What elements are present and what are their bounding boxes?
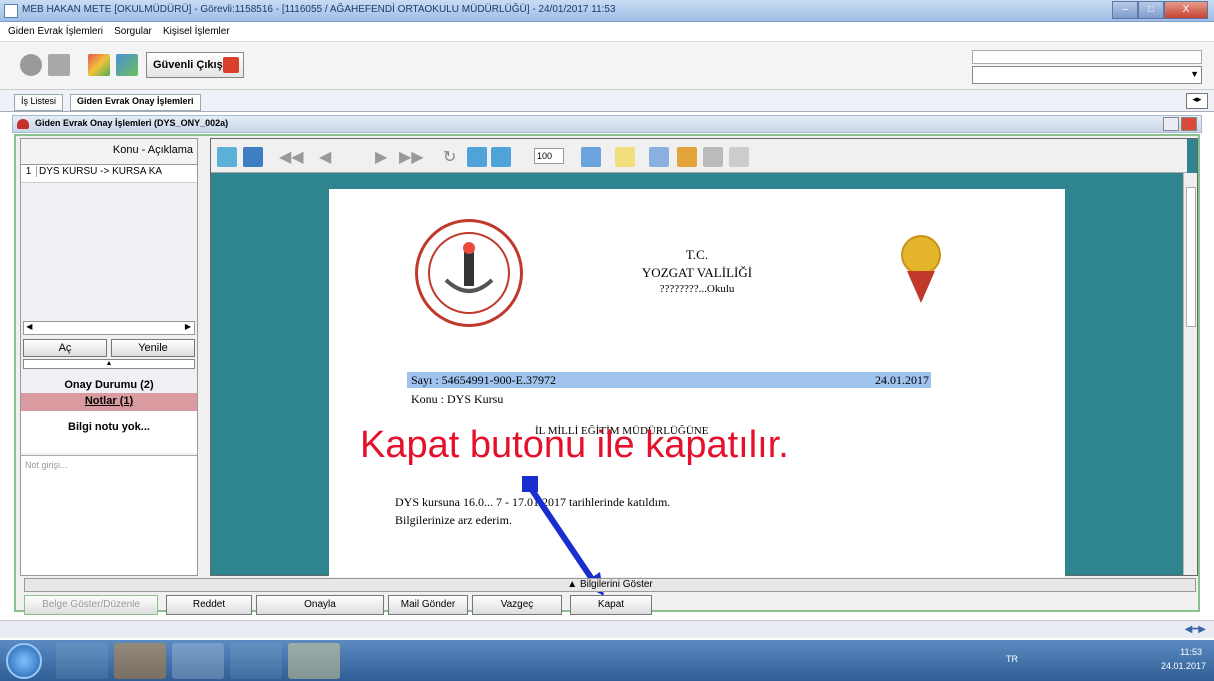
arrows-icon: ◀━▶	[1184, 624, 1206, 635]
status-circle-icon[interactable]	[20, 54, 42, 76]
palette-icon[interactable]	[88, 54, 110, 76]
note-input[interactable]: Not girişi...	[21, 455, 197, 575]
language-indicator[interactable]: TR	[1006, 654, 1018, 664]
refresh-button[interactable]: Yenile	[111, 339, 195, 357]
tab-bar: İş Listesi Giden Evrak Onay İşlemleri ◂▸	[0, 90, 1214, 112]
document-viewer: ◀◀ ◀ ▶ ▶▶ ↻ 100 T.C. YOZGAT VALİLİĞİ ???…	[210, 138, 1198, 577]
note-icon[interactable]	[615, 147, 635, 167]
cancel-button[interactable]: Vazgeç	[472, 595, 562, 615]
details-toggle-label: Bilgilerini Göster	[579, 579, 653, 590]
menu-giden-evrak[interactable]: Giden Evrak İşlemleri	[8, 26, 103, 37]
doc-number: Sayı : 54654991-900-E.37972	[411, 373, 556, 387]
secure-exit-button[interactable]: Güvenli Çıkış	[146, 52, 244, 78]
fit-width-icon[interactable]	[491, 147, 511, 167]
horizontal-scrollbar[interactable]: ◀ ▶	[23, 321, 195, 335]
list-column-header[interactable]: Konu - Açıklama	[21, 139, 197, 165]
action-buttons: Belge Göster/Düzenle Reddet Onayla Mail …	[24, 595, 1198, 617]
previous-page-icon[interactable]: ◀	[319, 147, 339, 167]
folder-icon	[17, 119, 29, 129]
copy-icon[interactable]	[729, 147, 749, 167]
minimize-button[interactable]: –	[1112, 1, 1138, 19]
send-mail-button[interactable]: Mail Gönder	[388, 595, 468, 615]
tab-giden-evrak-onay[interactable]: Giden Evrak Onay İşlemleri	[70, 94, 201, 111]
explorer-folder-icon[interactable]	[288, 643, 340, 679]
annotation-text: Kapat butonu ile kapatılır.	[360, 424, 789, 466]
next-page-icon[interactable]: ▶	[375, 147, 395, 167]
internet-explorer-icon[interactable]	[56, 643, 108, 679]
open-button[interactable]: Aç	[23, 339, 107, 357]
inner-window-title-bar: Giden Evrak Onay İşlemleri (DYS_ONY_002a…	[12, 115, 1202, 133]
chevron-down-icon: ▼	[1190, 69, 1199, 79]
close-button[interactable]: Kapat	[570, 595, 652, 615]
row-number: 1	[21, 166, 37, 177]
firefox-icon[interactable]	[114, 643, 166, 679]
inner-window-title: Giden Evrak Onay İşlemleri (DYS_ONY_002a…	[35, 118, 229, 128]
zoom-input[interactable]: 100	[534, 148, 564, 164]
clock-time[interactable]: 11:53	[1180, 647, 1202, 657]
collapse-arrow-icon[interactable]: ▲	[23, 359, 195, 369]
users-icon[interactable]	[116, 54, 138, 76]
menu-bar: Giden Evrak İşlemleri Sorgular Kişisel İ…	[0, 22, 1214, 42]
last-page-icon[interactable]: ▶▶	[399, 147, 424, 167]
list-item[interactable]: 1 DYS KURSU -> KURSA KA	[21, 165, 197, 183]
doc-header-valilik: YOZGAT VALİLİĞİ	[641, 265, 753, 280]
secure-exit-label: Güvenli Çıkış	[153, 59, 223, 71]
menu-kisisel[interactable]: Kişisel İşlemler	[163, 26, 230, 37]
doc-header-tc: T.C.	[685, 247, 709, 262]
paint-icon[interactable]	[230, 643, 282, 679]
viewer-toolbar: ◀◀ ◀ ▶ ▶▶ ↻ 100	[211, 139, 1187, 173]
doc-body-line1: DYS kursuna 16.0... 7 - 17.01.2017 tarih…	[395, 495, 671, 509]
tab-scroll-arrows[interactable]: ◂▸	[1186, 93, 1208, 109]
export-icon[interactable]	[217, 147, 237, 167]
status-bar: ◀━▶	[0, 620, 1214, 638]
print-icon[interactable]	[581, 147, 601, 167]
approval-status-tab[interactable]: Onay Durumu (2)	[21, 375, 197, 395]
fit-page-icon[interactable]	[467, 147, 487, 167]
first-page-icon[interactable]: ◀◀	[279, 147, 304, 167]
scroll-thumb[interactable]	[1186, 187, 1196, 327]
stop-icon[interactable]	[48, 54, 70, 76]
notes-tab[interactable]: Notlar (1)	[21, 393, 197, 411]
java-icon[interactable]	[172, 643, 224, 679]
restore-icon[interactable]	[1163, 117, 1179, 131]
doc-header-okul: ????????...Okulu	[659, 283, 735, 295]
sign-pen-icon[interactable]	[649, 147, 669, 167]
close-window-button[interactable]: X	[1164, 1, 1208, 19]
close-icon[interactable]	[1181, 117, 1197, 131]
windows-taskbar: TR 11:53 24.01.2017	[0, 640, 1214, 681]
document-page: T.C. YOZGAT VALİLİĞİ ????????...Okulu Sa…	[329, 189, 1065, 577]
system-tray: TR 11:53 24.01.2017	[966, 640, 1206, 681]
top-combo-field[interactable]	[972, 50, 1202, 64]
row-subject: DYS KURSU -> KURSA KA	[39, 166, 163, 177]
save-icon[interactable]	[243, 147, 263, 167]
refresh-icon[interactable]: ↻	[443, 147, 463, 167]
reject-button[interactable]: Reddet	[166, 595, 252, 615]
start-button-icon[interactable]	[6, 643, 42, 679]
tab-is-listesi[interactable]: İş Listesi	[14, 94, 64, 111]
window-controls: – □ X	[1112, 1, 1208, 19]
app-icon	[4, 4, 18, 18]
window-title: MEB HAKAN METE [OKULMÜDÜRÜ] - Görevli:11…	[22, 4, 616, 15]
unit-select[interactable]: ▼	[972, 66, 1202, 84]
approve-button[interactable]: Onayla	[256, 595, 384, 615]
window-title-bar: MEB HAKAN METE [OKULMÜDÜRÜ] - Görevli:11…	[0, 0, 1214, 22]
exit-door-icon	[223, 57, 239, 73]
inner-window-controls	[1163, 117, 1197, 131]
show-edit-document-button[interactable]: Belge Göster/Düzenle	[24, 595, 158, 615]
clock-date[interactable]: 24.01.2017	[1161, 661, 1206, 671]
maximize-button[interactable]: □	[1138, 1, 1164, 19]
doc-date: 24.01.2017	[875, 373, 929, 387]
vertical-scrollbar[interactable]	[1183, 173, 1197, 575]
no-info-text: Bilgi notu yok...	[21, 411, 197, 453]
document-icon[interactable]	[703, 147, 723, 167]
menu-sorgular[interactable]: Sorgular	[114, 26, 152, 37]
sayi-row: Sayı : 54654991-900-E.37972 24.01.2017	[407, 372, 931, 388]
stamp-icon[interactable]	[677, 147, 697, 167]
left-panel: Konu - Açıklama 1 DYS KURSU -> KURSA KA ◀…	[20, 138, 198, 576]
doc-subject: Konu : DYS Kursu	[411, 392, 504, 406]
doc-body-line2: Bilgilerinize arz ederim.	[395, 513, 512, 527]
details-toggle-strip[interactable]: ▲ Bilgilerini Göster	[24, 578, 1196, 592]
